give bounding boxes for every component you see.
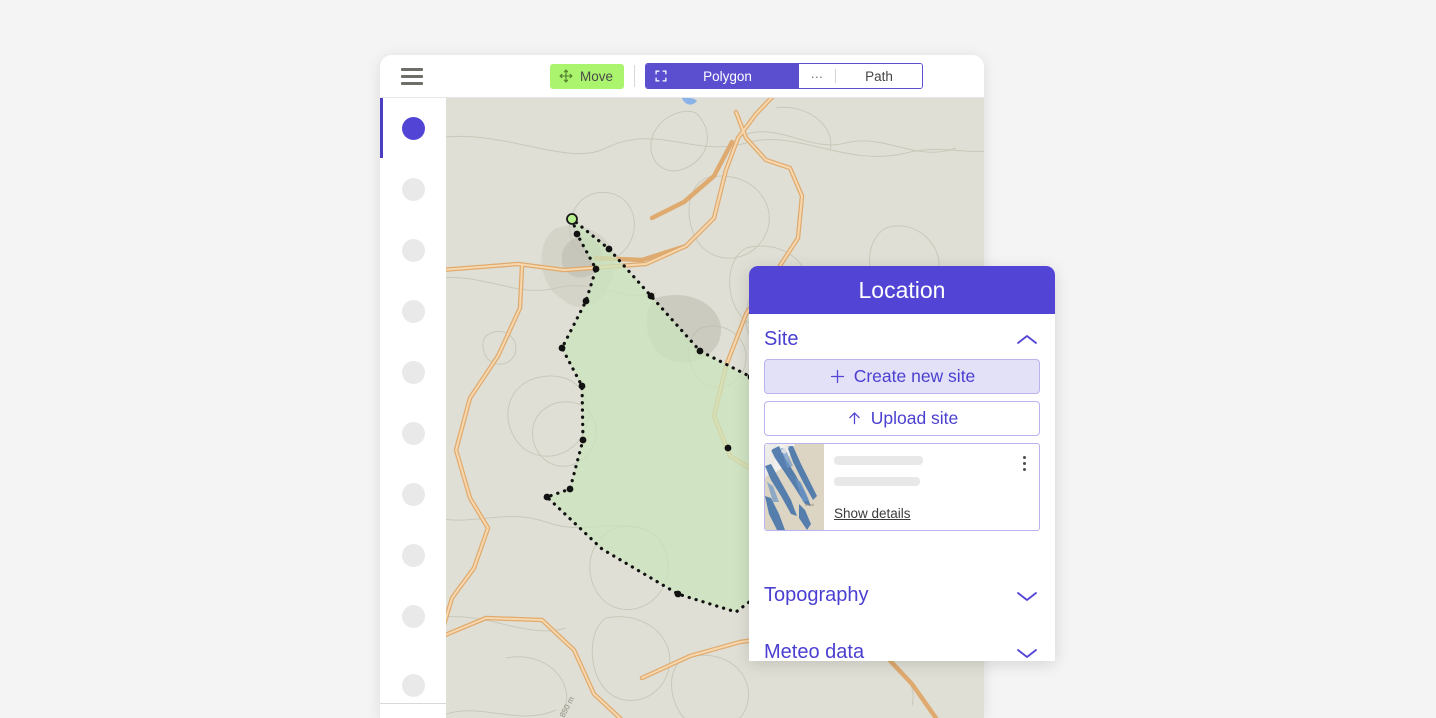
location-panel-content: Site Create new site Upload site Mond Sh…: [749, 314, 1055, 661]
left-sidebar-rail: [380, 98, 446, 718]
create-new-site-button[interactable]: Create new site: [764, 359, 1040, 394]
sidebar-active-indicator: [380, 98, 383, 158]
upload-arrow-icon: [846, 410, 863, 427]
hamburger-bar: [401, 74, 423, 78]
chevron-down-icon: [1014, 646, 1040, 660]
sidebar-item-2[interactable]: [402, 178, 425, 201]
site-name-placeholder: [834, 456, 923, 465]
crop-frame-icon: [654, 69, 668, 83]
move-arrows-icon: [559, 69, 573, 83]
site-card-body: Show details: [824, 444, 1039, 530]
chevron-up-icon: [1014, 333, 1040, 347]
sidebar-item-6[interactable]: [402, 422, 425, 445]
move-tool-button[interactable]: Move: [550, 63, 625, 89]
location-panel-header: Location: [749, 266, 1055, 314]
sidebar-item-8[interactable]: [402, 544, 425, 567]
plus-icon: [829, 368, 846, 385]
sidebar-item-4[interactable]: [402, 300, 425, 323]
sidebar-item-3[interactable]: [402, 239, 425, 262]
polygon-first-vertex-handle: [566, 213, 578, 225]
upload-site-label: Upload site: [870, 408, 959, 428]
location-panel: Location Site Create new site Upload sit…: [749, 266, 1055, 661]
sidebar-item-10[interactable]: [402, 674, 425, 697]
path-tool-button[interactable]: Path: [836, 64, 923, 88]
section-header-topography[interactable]: Topography: [764, 564, 1040, 621]
more-options-button[interactable]: ...: [799, 64, 836, 88]
toolbar-divider: [634, 65, 636, 87]
section-title-site: Site: [764, 328, 799, 350]
hamburger-menu-icon[interactable]: [390, 55, 434, 98]
sidebar-item-9[interactable]: [402, 605, 425, 628]
polygon-tool-button[interactable]: Polygon: [646, 64, 800, 88]
site-card[interactable]: Mond Show details: [764, 443, 1040, 531]
section-title-meteo-data: Meteo data: [764, 641, 865, 661]
site-meta-placeholder: [834, 477, 920, 486]
section-header-site[interactable]: Site: [764, 314, 1040, 359]
sidebar-item-7[interactable]: [402, 483, 425, 506]
move-tool-label: Move: [580, 68, 614, 84]
section-title-topography: Topography: [764, 584, 869, 606]
page-title: Location: [858, 276, 946, 303]
drawing-tool-group: Move Polygon ... Path: [550, 63, 924, 89]
sidebar-item-5[interactable]: [402, 361, 425, 384]
kebab-dot: [1022, 455, 1026, 459]
hamburger-bar: [401, 67, 423, 71]
top-toolbar: Move Polygon ... Path: [380, 55, 984, 98]
polygon-tool-label: Polygon: [703, 68, 752, 84]
kebab-dot: [1022, 467, 1026, 471]
site-map-thumbnail: Mond: [765, 444, 824, 530]
section-header-meteo-data[interactable]: Meteo data: [764, 621, 1040, 661]
kebab-menu-icon[interactable]: [1015, 452, 1033, 474]
show-details-link[interactable]: Show details: [834, 506, 911, 521]
hamburger-bar: [401, 81, 423, 85]
chevron-down-icon: [1014, 589, 1040, 603]
sidebar-item-1[interactable]: [402, 117, 425, 140]
shape-tool-segmented-control: Polygon ... Path: [645, 63, 924, 89]
kebab-dot: [1022, 461, 1026, 465]
svg-text:Mond: Mond: [805, 503, 814, 507]
sidebar-divider: [380, 703, 446, 704]
upload-site-button[interactable]: Upload site: [764, 401, 1040, 436]
create-new-site-label: Create new site: [853, 366, 976, 386]
